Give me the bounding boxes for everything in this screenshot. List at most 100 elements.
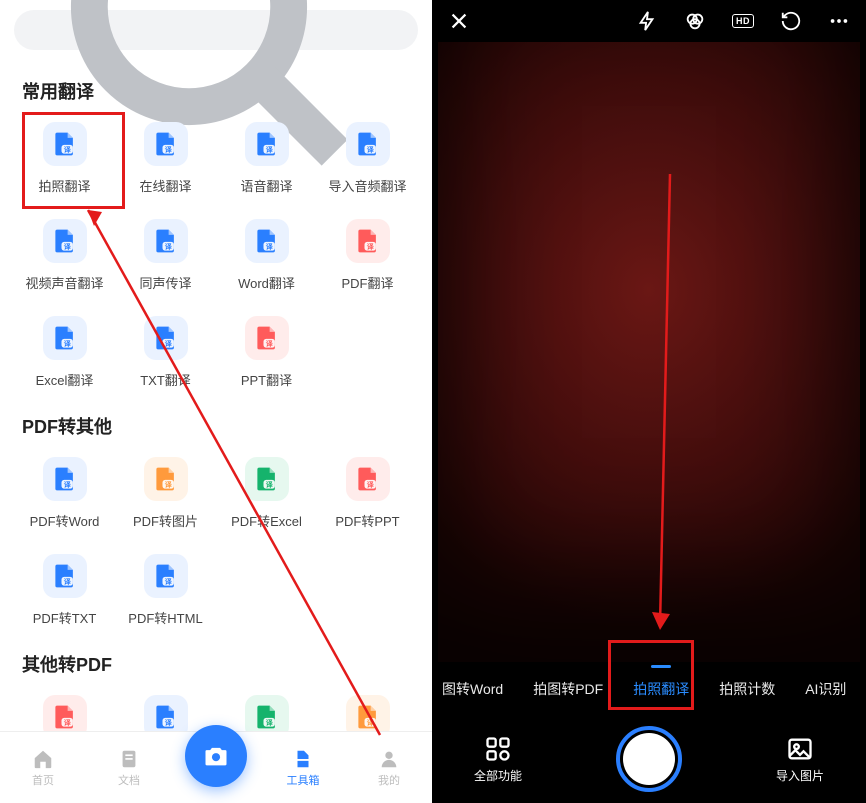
tool-translate-3-icon: 译 — [346, 122, 390, 166]
svg-text:译: 译 — [164, 577, 172, 586]
tool-pdfto-3-icon: 译 — [346, 457, 390, 501]
tool-translate-1[interactable]: 译在线翻译 — [115, 114, 216, 195]
all-functions-button[interactable]: 全部功能 — [474, 735, 522, 784]
camera-mode-3[interactable]: 拍照计数 — [719, 679, 775, 699]
tool-translate-6-label: Word翻译 — [238, 273, 295, 292]
tool-translate-6[interactable]: 译 Word翻译 — [216, 211, 317, 292]
svg-text:译: 译 — [366, 480, 374, 489]
svg-text:译: 译 — [63, 480, 71, 489]
svg-text:译: 译 — [265, 242, 273, 251]
tool-pdfto-1-icon: 译 — [144, 457, 188, 501]
svg-text:译: 译 — [164, 145, 172, 154]
tool-translate-5-label: 同声传译 — [139, 273, 191, 292]
svg-text:译: 译 — [63, 145, 71, 154]
section-title-pdfto: PDF转其他 — [22, 413, 418, 439]
tool-pdfto-4[interactable]: 译 PDF转TXT — [14, 546, 115, 627]
svg-text:译: 译 — [366, 718, 374, 727]
tool-translate-8-label: Excel翻译 — [36, 370, 94, 389]
shutter-inner — [623, 733, 675, 785]
filter-icon[interactable] — [684, 10, 706, 32]
tool-pdfto-4-label: PDF转TXT — [33, 608, 97, 627]
tool-translate-9-icon: 译 — [144, 316, 188, 360]
tool-pdfto-2-label: PDF转Excel — [231, 511, 302, 530]
camera-mode-2[interactable]: 拍照翻译 — [633, 679, 689, 699]
import-image-button[interactable]: 导入图片 — [776, 735, 824, 784]
tool-translate-3-label: 导入音频翻译 — [328, 176, 406, 195]
tool-translate-5-icon: 译 — [144, 219, 188, 263]
svg-text:译: 译 — [164, 339, 172, 348]
all-functions-label: 全部功能 — [474, 767, 522, 784]
tool-pdfto-1-label: PDF转图片 — [133, 511, 198, 530]
svg-text:译: 译 — [164, 480, 172, 489]
nav-tools-label: 工具箱 — [287, 772, 320, 788]
camera-mode-strip[interactable]: 图转Word拍图转PDF拍照翻译拍照计数AI识别身 — [432, 672, 866, 706]
nav-doc[interactable]: 文档 — [99, 748, 159, 788]
tool-translate-0[interactable]: 译拍照翻译 — [14, 114, 115, 195]
tool-translate-9[interactable]: 译 TXT翻译 — [115, 308, 216, 389]
tool-pdfto-0-label: PDF转Word — [30, 511, 100, 530]
section-title-topdf: 其他转PDF — [22, 651, 418, 677]
svg-text:译: 译 — [63, 577, 71, 586]
tool-translate-8-icon: 译 — [43, 316, 87, 360]
shutter-button[interactable] — [616, 726, 682, 792]
tool-translate-7[interactable]: 译 PDF翻译 — [317, 211, 418, 292]
tool-translate-10-icon: 译 — [245, 316, 289, 360]
tool-pdfto-3[interactable]: 译 PDF转PPT — [317, 449, 418, 530]
tool-translate-6-icon: 译 — [245, 219, 289, 263]
nav-me[interactable]: 我的 — [359, 748, 419, 788]
tool-translate-4-icon: 译 — [43, 219, 87, 263]
svg-text:译: 译 — [164, 242, 172, 251]
tool-translate-5[interactable]: 译同声传译 — [115, 211, 216, 292]
rotate-icon[interactable] — [780, 10, 802, 32]
flash-icon[interactable] — [636, 10, 658, 32]
more-icon[interactable] — [828, 10, 850, 32]
tool-pdfto-2[interactable]: 译 PDF转Excel — [216, 449, 317, 530]
nav-camera[interactable] — [185, 725, 247, 787]
tool-translate-10-label: PPT翻译 — [241, 370, 292, 389]
svg-text:译: 译 — [366, 145, 374, 154]
tool-translate-7-icon: 译 — [346, 219, 390, 263]
tool-pdfto-3-label: PDF转PPT — [335, 511, 399, 530]
tool-translate-7-label: PDF翻译 — [341, 273, 393, 292]
camera-mode-1[interactable]: 拍图转PDF — [533, 679, 603, 699]
tool-pdfto-5-label: PDF转HTML — [128, 608, 202, 627]
camera-top-bar: HD — [432, 0, 866, 42]
camera-mode-0[interactable]: 图转Word — [442, 679, 503, 699]
tool-translate-8[interactable]: 译 Excel翻译 — [14, 308, 115, 389]
tool-translate-2-label: 语音翻译 — [240, 176, 292, 195]
svg-text:译: 译 — [265, 480, 273, 489]
tool-pdfto-5[interactable]: 译 PDF转HTML — [115, 546, 216, 627]
search-bar[interactable] — [14, 10, 418, 50]
camera-viewfinder — [438, 42, 860, 662]
grid-pdfto: 译PDF转Word译PDF转图片译PDF转Excel译PDF转PPT译PDF转T… — [14, 449, 418, 627]
svg-text:译: 译 — [366, 242, 374, 251]
tool-translate-0-label: 拍照翻译 — [38, 176, 90, 195]
svg-text:译: 译 — [265, 339, 273, 348]
svg-text:译: 译 — [164, 718, 172, 727]
import-image-label: 导入图片 — [776, 767, 824, 784]
search-wrap — [0, 0, 432, 54]
camera-bottom-bar: 全部功能 导入图片 — [432, 715, 866, 803]
svg-text:译: 译 — [63, 242, 71, 251]
tool-pdfto-1[interactable]: 译 PDF转图片 — [115, 449, 216, 530]
nav-home[interactable]: 首页 — [13, 748, 73, 788]
svg-text:译: 译 — [63, 339, 71, 348]
tool-pdfto-5-icon: 译 — [144, 554, 188, 598]
hd-icon[interactable]: HD — [732, 14, 754, 28]
tool-pdfto-0[interactable]: 译 PDF转Word — [14, 449, 115, 530]
nav-tools[interactable]: 工具箱 — [273, 748, 333, 788]
svg-text:译: 译 — [265, 145, 273, 154]
tool-translate-4[interactable]: 译视频声音翻译 — [14, 211, 115, 292]
nav-me-label: 我的 — [378, 772, 400, 788]
close-icon[interactable] — [448, 10, 470, 32]
tool-translate-2[interactable]: 译语音翻译 — [216, 114, 317, 195]
tool-translate-10[interactable]: 译 PPT翻译 — [216, 308, 317, 389]
tool-translate-2-icon: 译 — [245, 122, 289, 166]
tool-translate-3[interactable]: 译导入音频翻译 — [317, 114, 418, 195]
tool-translate-4-label: 视频声音翻译 — [25, 273, 103, 292]
camera-mode-4[interactable]: AI识别 — [805, 679, 846, 699]
nav-home-label: 首页 — [32, 772, 54, 788]
tool-translate-9-label: TXT翻译 — [140, 370, 191, 389]
tool-translate-1-icon: 译 — [144, 122, 188, 166]
tool-translate-0-icon: 译 — [43, 122, 87, 166]
